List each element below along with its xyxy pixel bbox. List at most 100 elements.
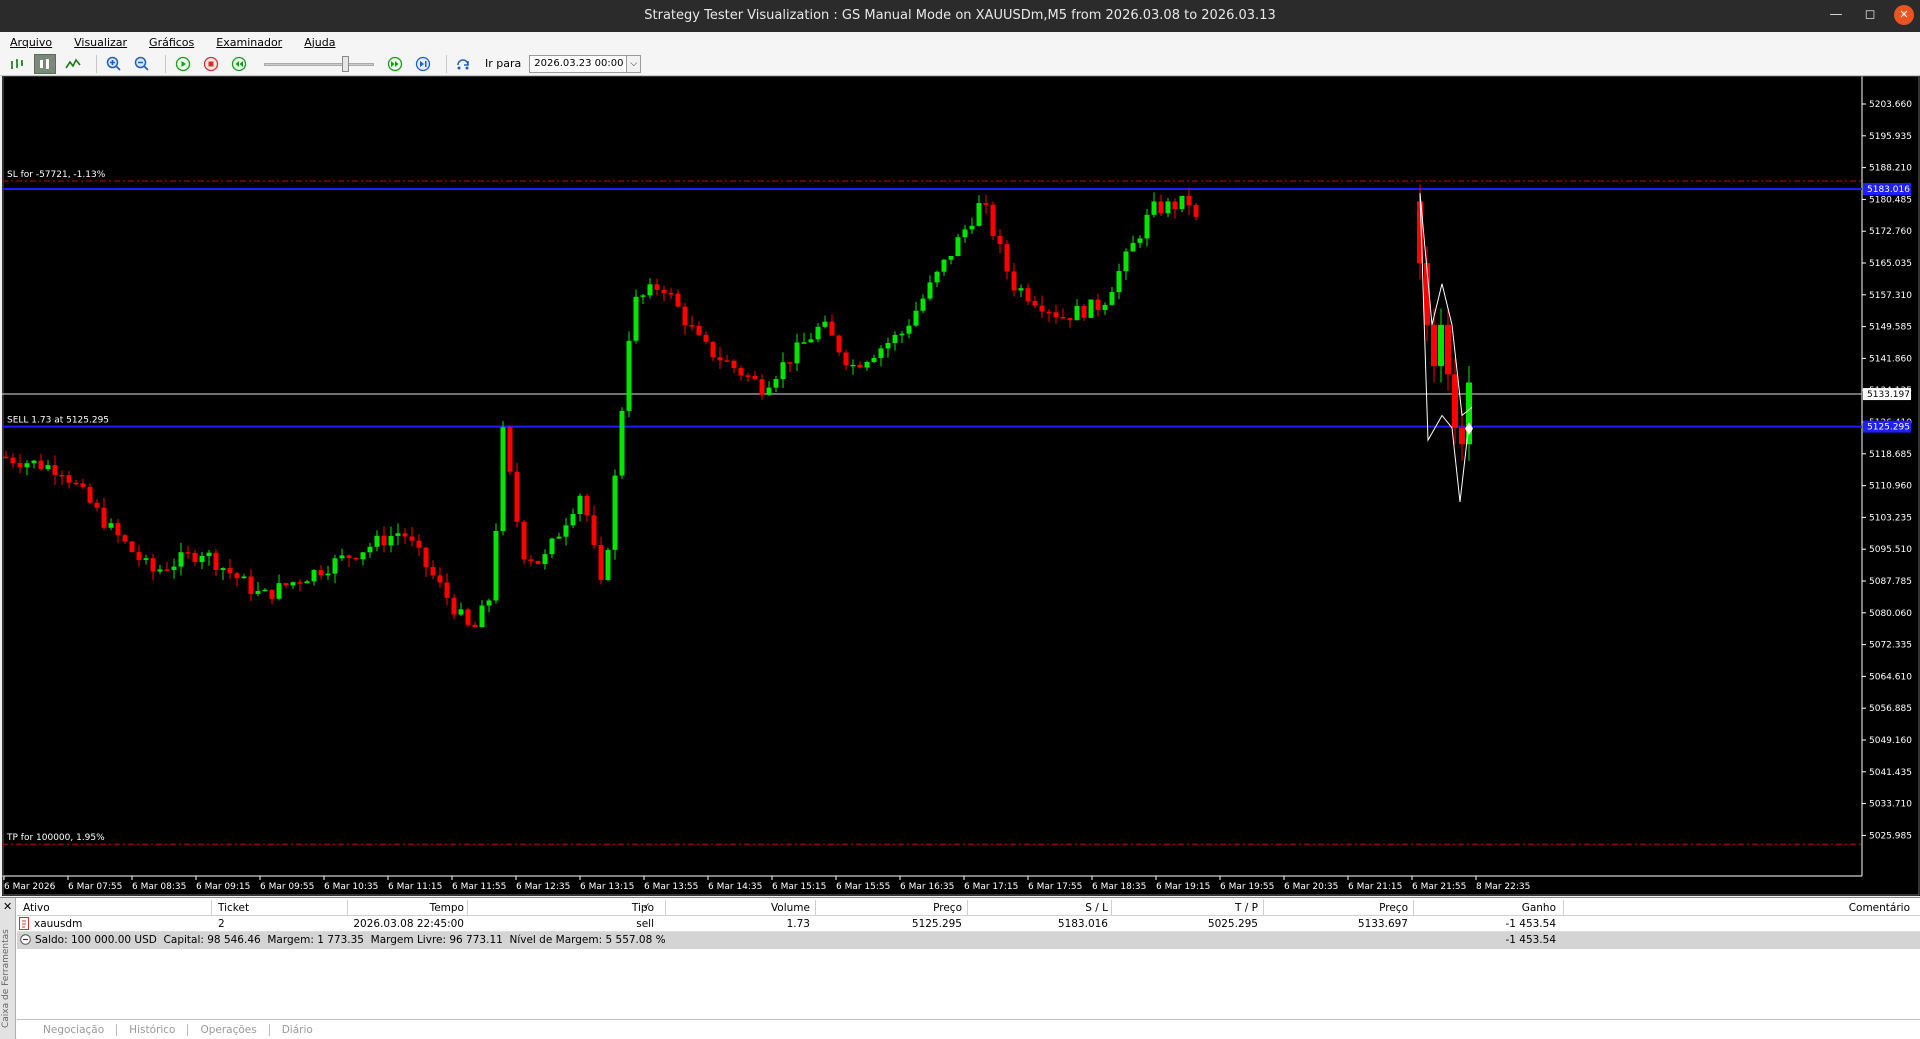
close-toolbox-icon[interactable]: ✕ xyxy=(3,900,12,913)
line-chart-icon[interactable] xyxy=(62,54,84,74)
rewind-icon[interactable] xyxy=(228,54,250,74)
x-tick-label: 6 Mar 15:15 xyxy=(772,882,826,892)
menu-graficos[interactable]: Gráficos xyxy=(149,36,206,49)
table-row[interactable]: xauusdm 2 2026.03.08 22:45:00 sell 1.73 … xyxy=(17,916,1920,932)
candle-body xyxy=(430,566,436,576)
speed-slider[interactable] xyxy=(264,54,374,74)
goto-date-field[interactable]: 2026.03.23 00:00 ⌵ xyxy=(529,54,642,73)
candle-body xyxy=(290,582,296,586)
y-tick-label: 5118.685 xyxy=(1869,450,1912,460)
cell-ativo: xauusdm xyxy=(34,918,83,930)
candle-body xyxy=(129,541,135,553)
cell-tp[interactable]: 5025.295 xyxy=(1208,918,1258,930)
candle-body xyxy=(934,271,940,283)
x-tick-label: 6 Mar 19:15 xyxy=(1156,882,1210,892)
tab-historico[interactable]: Histórico xyxy=(117,1023,189,1036)
price-chart-svg[interactable]: 5203.660 5195.935 5188.210 5180.485 5172.760… xyxy=(2,76,1920,896)
candle-body xyxy=(1116,271,1122,293)
candle-body xyxy=(458,609,464,615)
candle-body xyxy=(1032,300,1038,306)
candle-body xyxy=(920,298,926,311)
header-preco-current[interactable]: Preço xyxy=(1379,902,1408,914)
x-tick-label: 6 Mar 08:35 xyxy=(132,882,186,892)
candle-body xyxy=(1011,271,1017,291)
candle-body xyxy=(535,560,541,564)
candle-body xyxy=(472,624,478,627)
candle-body xyxy=(395,533,401,536)
collapse-icon[interactable] xyxy=(20,934,31,948)
candle-body xyxy=(675,293,681,307)
candle-body xyxy=(1179,196,1185,210)
candle-body xyxy=(269,589,275,599)
close-icon[interactable]: ✕ xyxy=(1894,5,1914,25)
goto-icon[interactable] xyxy=(453,54,475,74)
zoom-out-icon[interactable] xyxy=(131,54,153,74)
candle-body xyxy=(388,535,394,546)
play-icon[interactable] xyxy=(172,54,194,74)
header-ativo[interactable]: Ativo xyxy=(23,902,50,914)
candle-body xyxy=(451,597,457,615)
stop-icon[interactable] xyxy=(200,54,222,74)
header-sl[interactable]: S / L xyxy=(1085,902,1108,914)
candle-body xyxy=(661,289,667,294)
chart-border xyxy=(2,76,1920,896)
candle-body xyxy=(703,334,709,342)
speed-slider-thumb[interactable] xyxy=(342,55,349,72)
x-tick-label: 6 Mar 07:55 xyxy=(68,882,122,892)
candle-body xyxy=(1165,201,1171,214)
skip-to-end-icon[interactable] xyxy=(412,54,434,74)
chevron-down-icon[interactable]: ⌵ xyxy=(626,55,641,72)
menu-examinador[interactable]: Examinador xyxy=(216,36,294,49)
candle-body xyxy=(766,387,772,395)
candle-body xyxy=(850,364,856,367)
tab-operacoes[interactable]: Operações xyxy=(188,1023,270,1036)
candle-body xyxy=(794,342,800,364)
cell-sl[interactable]: 5183.016 xyxy=(1058,918,1108,930)
fast-forward-icon[interactable] xyxy=(384,54,406,74)
candle-body xyxy=(598,544,604,580)
candle-body xyxy=(759,379,765,395)
y-tick-label: 5095.510 xyxy=(1869,545,1912,555)
candle-chart-icon[interactable] xyxy=(34,53,56,74)
header-tp[interactable]: T / P xyxy=(1235,902,1258,914)
cell-tempo: 2026.03.08 22:45:00 xyxy=(353,918,464,930)
sort-check-icon[interactable]: ✓ xyxy=(643,902,651,912)
menu-arquivo[interactable]: Arquivo xyxy=(10,36,64,49)
candle-body xyxy=(374,535,380,547)
candle-body xyxy=(332,558,338,574)
candle-body xyxy=(192,552,198,563)
candle-body xyxy=(1193,205,1199,217)
tab-negociacao[interactable]: Negociação xyxy=(31,1023,118,1036)
header-ganho[interactable]: Ganho xyxy=(1522,902,1556,914)
header-volume[interactable]: Volume xyxy=(771,902,810,914)
maximize-icon[interactable]: ◻ xyxy=(1860,5,1880,25)
header-ticket[interactable]: Ticket xyxy=(218,902,249,914)
candle-body xyxy=(738,368,744,376)
candle-body xyxy=(227,568,233,574)
y-tick-label: 5041.435 xyxy=(1869,768,1912,778)
price-chart[interactable]: 5203.660 5195.935 5188.210 5180.485 5172.760… xyxy=(2,76,1920,896)
minimize-icon[interactable]: — xyxy=(1826,5,1846,25)
candle-body xyxy=(465,609,471,625)
candle-body xyxy=(1431,324,1437,367)
candle-body xyxy=(990,204,996,237)
header-preco-open[interactable]: Preço xyxy=(933,902,962,914)
candle-body xyxy=(185,552,191,554)
candle-body xyxy=(73,482,79,485)
candle-body xyxy=(311,570,317,582)
zoom-in-icon[interactable] xyxy=(103,54,125,74)
bar-chart-icon[interactable] xyxy=(6,54,28,74)
header-comentario[interactable]: Comentário xyxy=(1849,902,1910,914)
candle-body xyxy=(549,538,555,555)
candle-body xyxy=(710,341,716,358)
header-tempo[interactable]: Tempo xyxy=(430,902,464,914)
candle-body xyxy=(780,362,786,380)
candle-body xyxy=(10,457,16,464)
tab-diario[interactable]: Diário xyxy=(270,1024,325,1036)
x-tick-label: 6 Mar 09:55 xyxy=(260,882,314,892)
candle-body xyxy=(997,236,1003,245)
menu-ajuda[interactable]: Ajuda xyxy=(304,36,347,49)
x-tick-label: 6 Mar 14:35 xyxy=(708,882,762,892)
candle-body xyxy=(262,589,268,592)
menu-visualizar[interactable]: Visualizar xyxy=(74,36,139,49)
